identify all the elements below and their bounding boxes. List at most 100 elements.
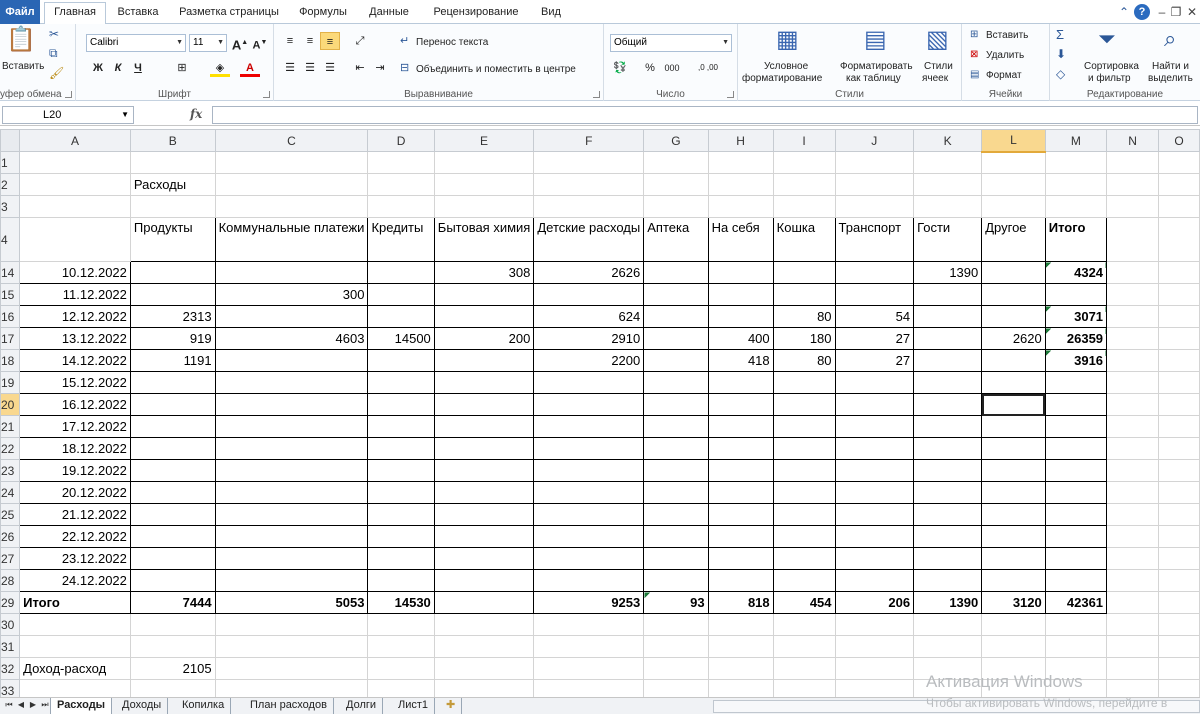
amount-cell[interactable] xyxy=(214,481,369,504)
row-header[interactable]: 19 xyxy=(0,371,21,394)
cell[interactable] xyxy=(1158,459,1200,482)
amount-cell[interactable]: 2626 xyxy=(533,261,645,284)
amount-cell[interactable]: 80 xyxy=(772,349,836,372)
bold-button[interactable]: Ж xyxy=(88,59,108,77)
amount-cell[interactable] xyxy=(533,569,645,592)
column-header-d[interactable]: D xyxy=(367,129,435,152)
row-header[interactable]: 22 xyxy=(0,437,21,460)
cell[interactable] xyxy=(913,635,983,658)
amount-cell[interactable] xyxy=(913,327,983,350)
amount-cell[interactable] xyxy=(214,503,369,526)
amount-cell[interactable] xyxy=(707,569,774,592)
amount-cell[interactable] xyxy=(981,393,1046,416)
amount-cell[interactable] xyxy=(533,437,645,460)
new-sheet-icon[interactable]: ✚ xyxy=(440,698,463,714)
column-header-j[interactable]: J xyxy=(834,129,915,152)
amount-cell[interactable]: 27 xyxy=(834,327,915,350)
amount-cell[interactable] xyxy=(981,437,1046,460)
insert-cells-button[interactable]: Вставить xyxy=(986,30,1028,42)
date-cell[interactable]: 19.12.2022 xyxy=(19,459,131,482)
align-left-icon[interactable]: ☰ xyxy=(280,59,300,77)
column-header-b[interactable]: B xyxy=(129,129,216,152)
cell[interactable] xyxy=(533,195,645,218)
amount-cell[interactable]: 624 xyxy=(533,305,645,328)
amount-cell[interactable]: 2313 xyxy=(129,305,216,328)
formula-input[interactable] xyxy=(212,106,1198,124)
row-header[interactable]: 1 xyxy=(0,151,21,174)
amount-cell[interactable]: 4324 xyxy=(1044,261,1108,284)
amount-cell[interactable]: 418 xyxy=(707,349,774,372)
amount-cell[interactable] xyxy=(772,393,836,416)
cell[interactable] xyxy=(1106,525,1160,548)
cell[interactable] xyxy=(1158,173,1200,196)
cell[interactable] xyxy=(1158,613,1200,636)
cell[interactable] xyxy=(533,151,645,174)
amount-cell[interactable] xyxy=(981,569,1046,592)
tab-data[interactable]: Данные xyxy=(360,3,418,24)
amount-cell[interactable] xyxy=(707,393,774,416)
amount-cell[interactable]: 200 xyxy=(433,327,535,350)
cell[interactable] xyxy=(643,613,709,636)
find-select-line1[interactable]: Найти и xyxy=(1152,61,1189,73)
amount-cell[interactable] xyxy=(772,525,836,548)
grow-font-icon[interactable]: A▲ xyxy=(230,34,250,52)
amount-cell[interactable] xyxy=(913,415,983,438)
cell[interactable] xyxy=(19,613,131,636)
font-launcher-icon[interactable] xyxy=(263,91,270,98)
row-header[interactable]: 30 xyxy=(0,613,21,636)
sheet-tab-piggybank[interactable]: Копилка xyxy=(176,698,232,714)
cell[interactable] xyxy=(981,151,1046,174)
amount-cell[interactable] xyxy=(913,283,983,306)
sort-filter-line1[interactable]: Сортировка xyxy=(1084,61,1139,73)
amount-cell[interactable]: 3916 xyxy=(1044,349,1108,372)
amount-cell[interactable] xyxy=(643,525,709,548)
font-name-select[interactable]: Calibri ▼ xyxy=(86,34,186,52)
amount-cell[interactable] xyxy=(129,261,216,284)
category-header[interactable]: Гости xyxy=(913,217,983,262)
amount-cell[interactable] xyxy=(643,305,709,328)
category-header[interactable]: Аптека xyxy=(643,217,709,262)
total-cell[interactable]: 7444 xyxy=(129,591,216,614)
cell[interactable] xyxy=(214,151,369,174)
amount-cell[interactable] xyxy=(129,371,216,394)
cell[interactable] xyxy=(367,151,435,174)
row-header[interactable]: 18 xyxy=(0,349,21,372)
column-header-e[interactable]: E xyxy=(433,129,535,152)
sheet-tab-expense-plan[interactable]: План расходов xyxy=(244,698,334,714)
cell[interactable] xyxy=(1158,679,1200,697)
merge-center-icon[interactable]: ⊟ xyxy=(400,63,409,74)
cell[interactable] xyxy=(533,635,645,658)
date-cell[interactable]: 24.12.2022 xyxy=(19,569,131,592)
row-header[interactable]: 29 xyxy=(0,591,21,614)
font-color-icon[interactable]: A xyxy=(240,59,260,77)
row-header[interactable]: 15 xyxy=(0,283,21,306)
cell[interactable] xyxy=(214,635,369,658)
amount-cell[interactable] xyxy=(1044,283,1108,306)
cell[interactable] xyxy=(1106,349,1160,372)
amount-cell[interactable] xyxy=(433,349,535,372)
amount-cell[interactable]: 1191 xyxy=(129,349,216,372)
category-header[interactable]: Бытовая химия xyxy=(433,217,535,262)
cell[interactable] xyxy=(1044,173,1108,196)
cell[interactable] xyxy=(214,657,369,680)
amount-cell[interactable] xyxy=(367,305,435,328)
amount-cell[interactable] xyxy=(913,459,983,482)
wrap-text-icon[interactable]: ↵ xyxy=(400,36,409,47)
amount-cell[interactable] xyxy=(643,349,709,372)
cell[interactable] xyxy=(1106,591,1160,614)
amount-cell[interactable] xyxy=(772,371,836,394)
row-header[interactable]: 21 xyxy=(0,415,21,438)
amount-cell[interactable] xyxy=(913,437,983,460)
find-select-line2[interactable]: выделить xyxy=(1148,73,1193,85)
cell[interactable] xyxy=(707,195,774,218)
cell[interactable] xyxy=(19,679,131,697)
cell[interactable] xyxy=(1106,151,1160,174)
cell[interactable] xyxy=(1158,371,1200,394)
cell[interactable] xyxy=(643,173,709,196)
cell[interactable] xyxy=(643,679,709,697)
amount-cell[interactable] xyxy=(129,547,216,570)
cell[interactable] xyxy=(707,679,774,697)
orientation-icon[interactable]: ⤢ xyxy=(350,32,370,50)
cell[interactable] xyxy=(913,195,983,218)
cell[interactable] xyxy=(913,173,983,196)
